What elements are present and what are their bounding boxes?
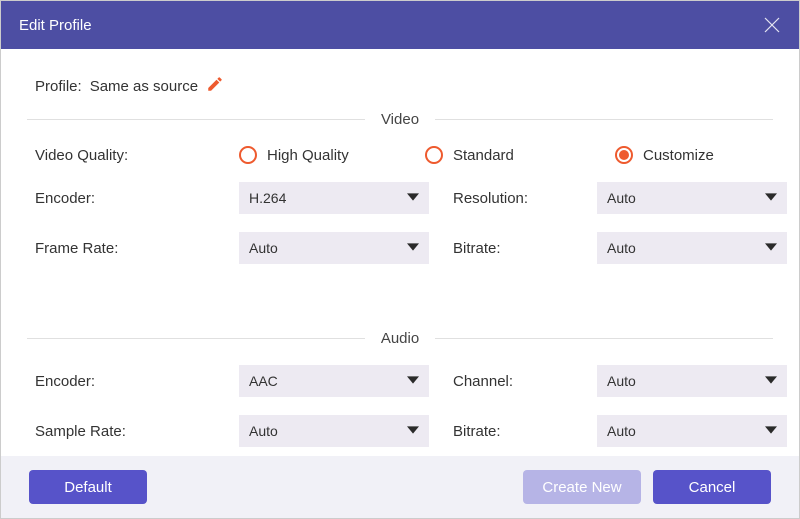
- button-label: Default: [64, 479, 112, 496]
- video-resolution-select[interactable]: Auto: [597, 182, 787, 214]
- default-button[interactable]: Default: [29, 470, 147, 504]
- audio-bitrate-select[interactable]: Auto: [597, 415, 787, 447]
- radio-label: Customize: [643, 147, 714, 164]
- video-encoder-select[interactable]: H.264: [239, 182, 429, 214]
- video-framerate-select[interactable]: Auto: [239, 232, 429, 264]
- create-new-button[interactable]: Create New: [523, 470, 641, 504]
- button-label: Create New: [542, 479, 621, 496]
- video-resolution-label: Resolution:: [453, 190, 573, 207]
- video-section-divider: Video: [27, 111, 773, 128]
- chevron-down-icon: [765, 240, 777, 256]
- edit-profile-dialog: Edit Profile Profile: Same as source Vid…: [0, 0, 800, 519]
- select-value: Auto: [249, 423, 278, 439]
- audio-grid: Encoder: AAC Channel: Auto Sample Rate: …: [27, 365, 773, 447]
- radio-high-quality[interactable]: High Quality: [239, 146, 425, 164]
- select-value: Auto: [607, 240, 636, 256]
- chevron-down-icon: [407, 423, 419, 439]
- radio-icon: [425, 146, 443, 164]
- audio-encoder-label: Encoder:: [35, 373, 215, 390]
- audio-channel-select[interactable]: Auto: [597, 365, 787, 397]
- select-value: Auto: [249, 240, 278, 256]
- button-label: Cancel: [689, 479, 736, 496]
- radio-label: Standard: [453, 147, 514, 164]
- select-value: H.264: [249, 190, 286, 206]
- video-grid: Video Quality: High Quality Standard Cus…: [27, 146, 773, 264]
- video-framerate-label: Frame Rate:: [35, 240, 215, 257]
- video-quality-label: Video Quality:: [35, 147, 215, 164]
- window-title: Edit Profile: [19, 17, 92, 34]
- cancel-button[interactable]: Cancel: [653, 470, 771, 504]
- radio-icon: [239, 146, 257, 164]
- video-quality-radios: High Quality Standard Customize: [239, 146, 787, 164]
- audio-samplerate-label: Sample Rate:: [35, 423, 215, 440]
- audio-bitrate-label: Bitrate:: [453, 423, 573, 440]
- video-bitrate-label: Bitrate:: [453, 240, 573, 257]
- audio-samplerate-select[interactable]: Auto: [239, 415, 429, 447]
- select-value: Auto: [607, 373, 636, 389]
- chevron-down-icon: [765, 190, 777, 206]
- radio-label: High Quality: [267, 147, 349, 164]
- select-value: Auto: [607, 190, 636, 206]
- chevron-down-icon: [407, 190, 419, 206]
- audio-encoder-select[interactable]: AAC: [239, 365, 429, 397]
- select-value: AAC: [249, 373, 278, 389]
- video-bitrate-select[interactable]: Auto: [597, 232, 787, 264]
- chevron-down-icon: [407, 373, 419, 389]
- chevron-down-icon: [765, 423, 777, 439]
- radio-customize[interactable]: Customize: [615, 146, 714, 164]
- radio-standard[interactable]: Standard: [425, 146, 615, 164]
- radio-icon: [615, 146, 633, 164]
- video-section-label: Video: [365, 111, 435, 128]
- edit-icon[interactable]: [206, 75, 224, 97]
- close-icon[interactable]: [763, 16, 781, 34]
- audio-section-label: Audio: [365, 330, 435, 347]
- profile-value: Same as source: [90, 78, 198, 95]
- chevron-down-icon: [407, 240, 419, 256]
- audio-section-divider: Audio: [27, 330, 773, 347]
- chevron-down-icon: [765, 373, 777, 389]
- dialog-body: Profile: Same as source Video Video Qual…: [1, 49, 799, 447]
- profile-row: Profile: Same as source: [35, 75, 765, 97]
- dialog-footer: Default Create New Cancel: [1, 456, 799, 518]
- video-encoder-label: Encoder:: [35, 190, 215, 207]
- profile-label: Profile:: [35, 78, 82, 95]
- audio-channel-label: Channel:: [453, 373, 573, 390]
- titlebar: Edit Profile: [1, 1, 799, 49]
- select-value: Auto: [607, 423, 636, 439]
